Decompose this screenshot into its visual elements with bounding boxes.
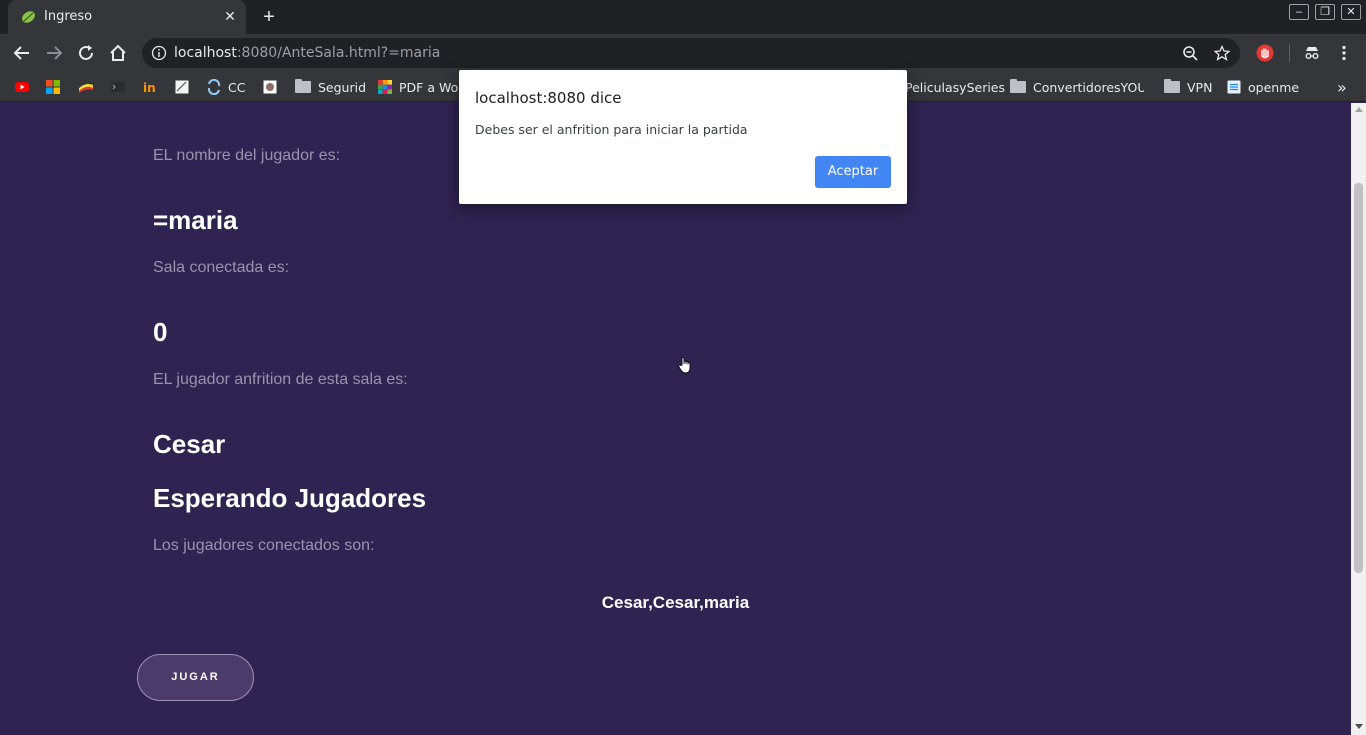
microsoft-icon [46, 80, 60, 94]
bank-icon [79, 84, 93, 93]
tab-close-icon[interactable]: ✕ [222, 8, 238, 24]
bookmark-youtube[interactable] [14, 77, 36, 97]
terminal-icon [111, 82, 125, 92]
openme-icon [1227, 80, 1241, 94]
new-tab-button[interactable]: + [258, 6, 280, 28]
bookmark-notes[interactable] [174, 77, 196, 97]
bookmark-terminal[interactable] [110, 77, 132, 97]
bookmark-label: openme [1248, 79, 1300, 95]
address-bar[interactable]: localhost:8080/AnteSala.html?=maria [142, 38, 1240, 68]
folder-icon [1164, 79, 1180, 93]
url-host: localhost [174, 45, 237, 61]
dialog-message: Debes ser el anfrition para iniciar la p… [475, 122, 748, 137]
connected-players-list: Cesar,Cesar,maria [601, 593, 750, 612]
alert-dialog: localhost:8080 dice Debes ser el anfriti… [459, 70, 907, 204]
notes-icon [175, 80, 189, 94]
bookmark-star-icon[interactable] [1214, 45, 1230, 61]
pdf-to-word-icon [378, 80, 392, 94]
bookmark-label: PeliculasySeries [905, 79, 1006, 95]
url-path: :8080/AnteSala.html?=maria [236, 45, 441, 61]
url-text[interactable]: localhost:8080/AnteSala.html?=maria [174, 45, 440, 61]
bookmark-image[interactable] [262, 77, 284, 97]
dialog-accept-button[interactable]: Aceptar [815, 156, 891, 188]
page-scrollbar[interactable] [1351, 103, 1366, 735]
connected-players-label: Los jugadores conectados son: [153, 537, 375, 554]
youtube-icon [15, 82, 29, 92]
host-label: EL jugador anfrition de esta sala es: [153, 371, 408, 388]
dialog-title: localhost:8080 dice [475, 89, 622, 107]
reload-icon[interactable] [75, 42, 97, 64]
tab-title: Ingreso [44, 9, 93, 24]
svg-text:in: in [143, 81, 156, 95]
close-window-icon[interactable]: ✕ [1341, 4, 1361, 20]
bookmark-label: Segurid [318, 79, 367, 95]
toolbar-separator [1289, 44, 1290, 62]
bookmark-bank[interactable] [78, 77, 100, 97]
bookmark-label: VPN [1187, 79, 1213, 95]
bookmark-folder-segurid[interactable]: Segurid [295, 77, 366, 97]
home-icon[interactable] [107, 42, 129, 64]
bookmark-openme[interactable]: openme [1226, 77, 1299, 97]
bookmark-pdf-a-word[interactable]: PDF a Word [377, 77, 459, 97]
leaf-favicon-icon [22, 11, 35, 23]
site-info-icon[interactable] [151, 45, 167, 61]
bookmarks-overflow-button[interactable]: » [1337, 77, 1347, 97]
bookmark-cc[interactable]: CC [206, 77, 245, 97]
status-heading: Esperando Jugadores [153, 483, 427, 513]
bookmark-label: CC [228, 79, 246, 95]
player-name-label: EL nombre del jugador es: [153, 147, 341, 164]
incognito-icon[interactable] [1303, 44, 1321, 62]
folder-icon [295, 79, 311, 93]
browser-tab[interactable]: Ingreso ✕ [8, 0, 246, 34]
play-button[interactable]: JUGAR [137, 654, 254, 701]
minimize-window-icon[interactable]: – [1289, 4, 1309, 20]
cc-icon [207, 79, 221, 95]
image-icon [263, 80, 277, 94]
forward-arrow-icon[interactable] [43, 42, 65, 64]
adblock-hand-icon[interactable] [1256, 44, 1274, 62]
back-arrow-icon[interactable] [11, 42, 33, 64]
bookmark-microsoft[interactable] [45, 77, 67, 97]
scroll-down-arrow-icon[interactable] [1355, 724, 1363, 729]
bookmark-folder-convertidores[interactable]: ConvertidoresYOUTUBE [1010, 77, 1144, 97]
browser-menu-icon[interactable] [1335, 44, 1353, 62]
in-logo-icon: in [143, 81, 156, 95]
player-name-value: =maria [153, 205, 238, 235]
bookmark-folder-vpn[interactable]: VPN [1164, 77, 1212, 97]
restore-window-icon[interactable]: ❐ [1315, 4, 1335, 20]
bookmark-in[interactable]: in [142, 77, 164, 97]
scrollbar-thumb[interactable] [1354, 183, 1363, 573]
room-label: Sala conectada es: [153, 259, 290, 276]
hand-cursor-icon [678, 357, 691, 374]
browser-toolbar: localhost:8080/AnteSala.html?=maria [0, 34, 1366, 72]
bookmark-label: ConvertidoresYOUTUBE [1033, 79, 1144, 95]
tab-strip: Ingreso ✕ + – ❐ ✕ [0, 0, 1366, 34]
zoom-icon[interactable] [1182, 45, 1198, 61]
bookmark-folder-peliculas[interactable]: PeliculasySeries [905, 77, 1005, 97]
folder-icon [1010, 79, 1026, 93]
host-name-value: Cesar [153, 429, 226, 459]
room-id-value: 0 [153, 317, 168, 347]
scroll-up-arrow-icon[interactable] [1355, 107, 1363, 112]
bookmark-label: PDF a Word [399, 79, 459, 95]
